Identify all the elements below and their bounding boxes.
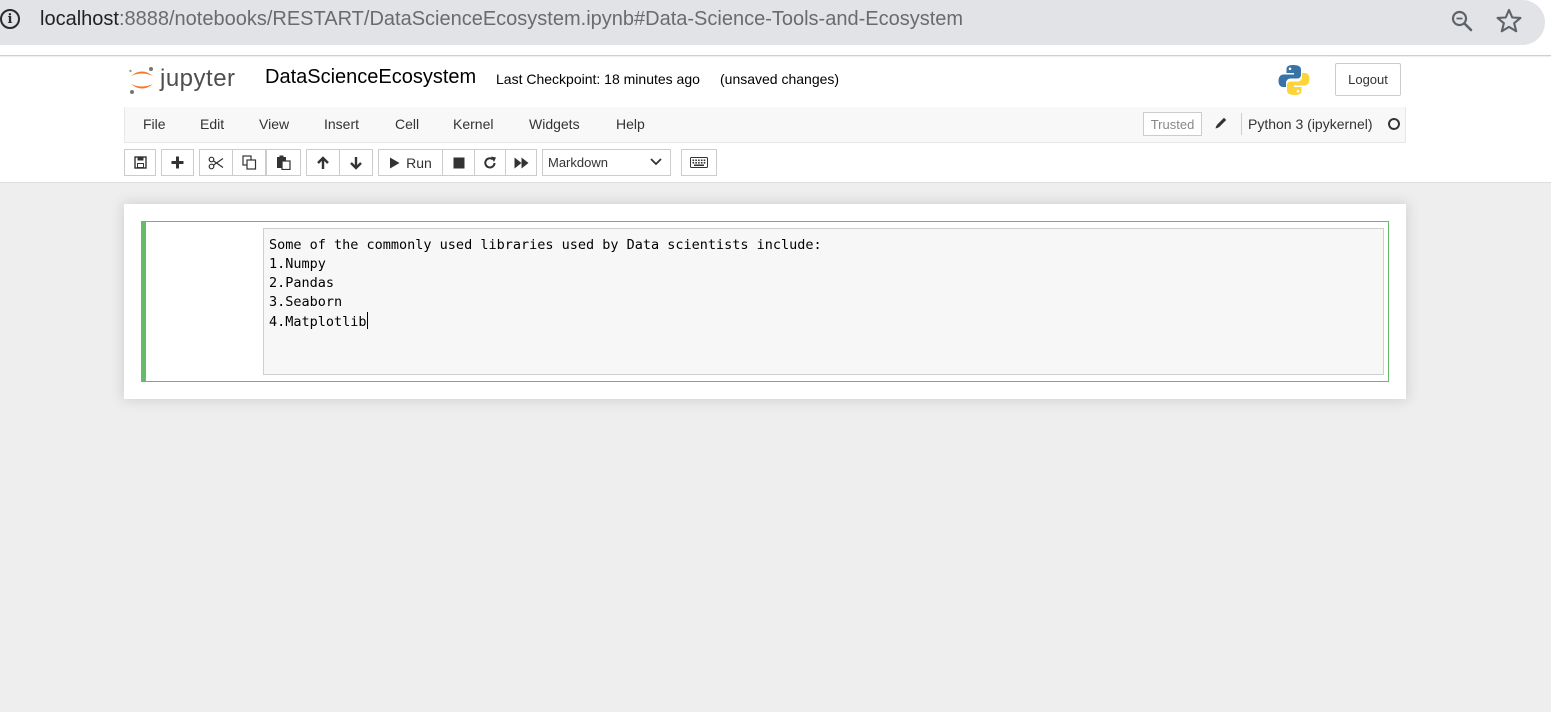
cell-type-value: Markdown (548, 155, 608, 170)
notebook-name[interactable]: DataScienceEcosystem (265, 66, 476, 89)
move-down-button[interactable] (339, 149, 373, 176)
restart-icon (484, 156, 496, 168)
insert-cell-button[interactable] (161, 149, 194, 176)
command-palette-button[interactable] (681, 149, 717, 176)
jupyter-header: jupyter DataScienceEcosystem Last Checkp… (0, 57, 1551, 183)
restart-button[interactable] (474, 149, 506, 176)
menu-widgets[interactable]: Widgets (529, 116, 580, 132)
notebook-container: Some of the commonly used libraries used… (124, 204, 1406, 399)
arrow-down-icon (350, 156, 362, 170)
copy-button[interactable] (232, 149, 266, 176)
interrupt-button[interactable] (442, 149, 475, 176)
editor-line: Some of the commonly used libraries used… (269, 237, 822, 253)
unsaved-status: (unsaved changes) (720, 71, 840, 87)
run-button[interactable]: Run (378, 149, 443, 176)
url-path: :8888/notebooks/RESTART/DataScienceEcosy… (118, 8, 964, 30)
menu-cell[interactable]: Cell (395, 116, 419, 132)
keyboard-icon (690, 157, 708, 168)
jupyter-logo-icon (129, 67, 153, 94)
menu-insert[interactable]: Insert (324, 116, 359, 132)
pencil-icon[interactable] (1213, 115, 1229, 131)
editor-line: 1.Numpy (269, 256, 326, 272)
run-label: Run (406, 154, 432, 171)
zoom-icon[interactable] (1450, 9, 1474, 33)
jupyter-logo[interactable]: jupyter (128, 65, 248, 95)
editor-line-text: 4.Matplotlib (269, 314, 367, 330)
trusted-indicator[interactable]: Trusted (1143, 112, 1202, 136)
url-host: localhost (40, 8, 119, 30)
save-button[interactable] (124, 149, 156, 176)
kernel-separator (1241, 113, 1242, 135)
restart-run-all-button[interactable] (505, 149, 537, 176)
markdown-cell[interactable]: Some of the commonly used libraries used… (141, 221, 1389, 382)
scissors-icon (208, 156, 224, 169)
bookmark-star-icon[interactable] (1495, 7, 1523, 35)
stop-icon (453, 157, 464, 168)
url-text[interactable]: localhost:8888/notebooks/RESTART/DataSci… (40, 8, 963, 31)
paste-icon (277, 155, 291, 170)
plus-icon (171, 156, 184, 169)
editor-line: 2.Pandas (269, 275, 335, 291)
move-up-button[interactable] (306, 149, 340, 176)
save-icon (133, 156, 147, 169)
play-icon (390, 157, 400, 168)
menu-file[interactable]: File (143, 116, 166, 132)
menu-help[interactable]: Help (616, 116, 645, 132)
editor-line: 3.Seaborn (269, 294, 343, 310)
browser-bar: i localhost:8888/notebooks/RESTART/DataS… (0, 0, 1551, 56)
menu-view[interactable]: View (259, 116, 289, 132)
cell-editor[interactable]: Some of the commonly used libraries used… (263, 228, 1384, 375)
text-cursor (366, 312, 368, 329)
info-icon[interactable]: i (0, 9, 20, 29)
python-logo-icon (1278, 65, 1310, 95)
arrow-up-icon (317, 155, 329, 169)
kernel-idle-indicator (1388, 118, 1400, 130)
editor-line-last: 4.Matplotlib (269, 312, 1378, 332)
copy-icon (241, 155, 256, 170)
menu-kernel[interactable]: Kernel (453, 116, 493, 132)
jupyter-logo-text: jupyter (160, 65, 236, 92)
kernel-name[interactable]: Python 3 (ipykernel) (1248, 116, 1373, 132)
paste-button[interactable] (266, 149, 301, 176)
menubar: File Edit View Insert Cell Kernel Widget… (124, 107, 1406, 143)
cell-type-select[interactable]: Markdown (542, 149, 671, 176)
checkpoint-status: Last Checkpoint: 18 minutes ago (496, 71, 700, 87)
cut-button[interactable] (199, 149, 233, 176)
menu-edit[interactable]: Edit (200, 116, 224, 132)
fast-forward-icon (514, 157, 528, 168)
logout-button[interactable]: Logout (1335, 63, 1401, 96)
chevron-down-icon (650, 158, 662, 166)
